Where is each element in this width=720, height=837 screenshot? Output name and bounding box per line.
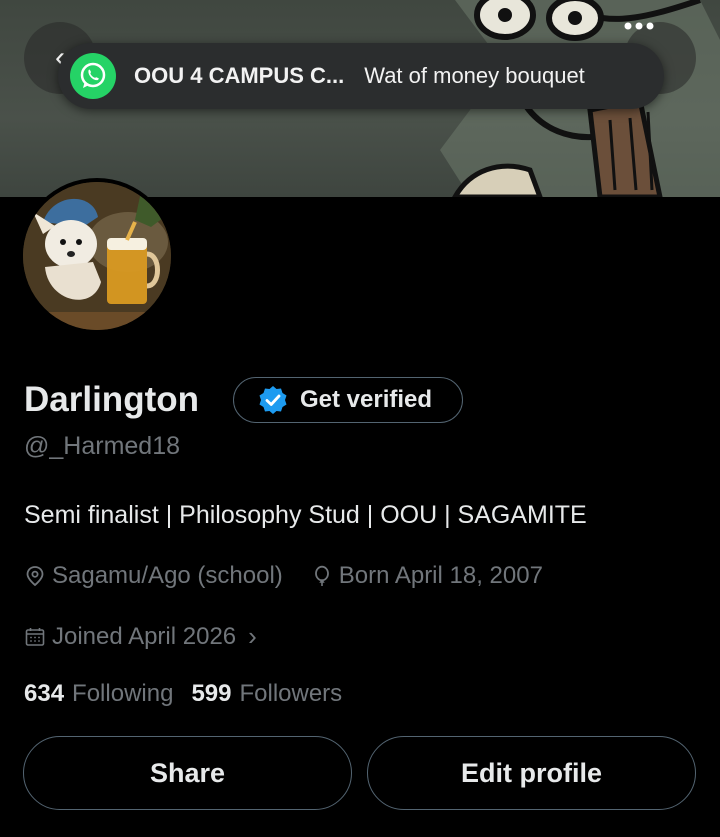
- following-count[interactable]: 634: [24, 680, 64, 708]
- get-verified-button[interactable]: Get verified: [233, 377, 463, 423]
- edit-profile-button[interactable]: Edit profile: [367, 736, 696, 810]
- balloon-icon: [314, 565, 329, 586]
- profile-bio: Semi finalist | Philosophy Stud | OOU | …: [24, 501, 587, 529]
- profile-name: Darlington: [24, 380, 199, 419]
- followers-count[interactable]: 599: [191, 680, 231, 708]
- chevron-right-icon: ›: [248, 621, 257, 651]
- avatar-image: [23, 182, 171, 330]
- whatsapp-icon: [70, 53, 116, 99]
- birthday-text: Born April 18, 2007: [338, 562, 543, 589]
- birthday-item: Born April 18, 2007: [311, 562, 543, 590]
- followers-label[interactable]: Followers: [239, 680, 342, 708]
- share-button[interactable]: Share: [23, 736, 352, 810]
- following-label[interactable]: Following: [72, 680, 173, 708]
- notification-title: OOU 4 CAMPUS C...: [134, 63, 345, 88]
- profile-handle: @_Harmed18: [24, 432, 181, 460]
- joined-text: Joined April 2026: [52, 622, 237, 650]
- location-pin-icon: [26, 566, 44, 587]
- verified-badge-icon: [259, 386, 287, 414]
- avatar[interactable]: [19, 178, 175, 334]
- calendar-icon: [25, 627, 45, 646]
- notification-toast[interactable]: OOU 4 CAMPUS C... Wat of money bouquet: [58, 43, 664, 109]
- location-item: Sagamu/Ago (school): [24, 562, 283, 590]
- profile-meta-row: Sagamu/Ago (school) Born April 18, 2007: [24, 562, 571, 590]
- location-text: Sagamu/Ago (school): [52, 562, 283, 589]
- more-icon: [624, 22, 654, 30]
- joined-row[interactable]: Joined April 2026 ›: [24, 621, 257, 652]
- notification-message: Wat of money bouquet: [364, 63, 585, 88]
- follow-stats: 634 Following 599 Followers: [24, 680, 360, 708]
- get-verified-label: Get verified: [300, 386, 433, 413]
